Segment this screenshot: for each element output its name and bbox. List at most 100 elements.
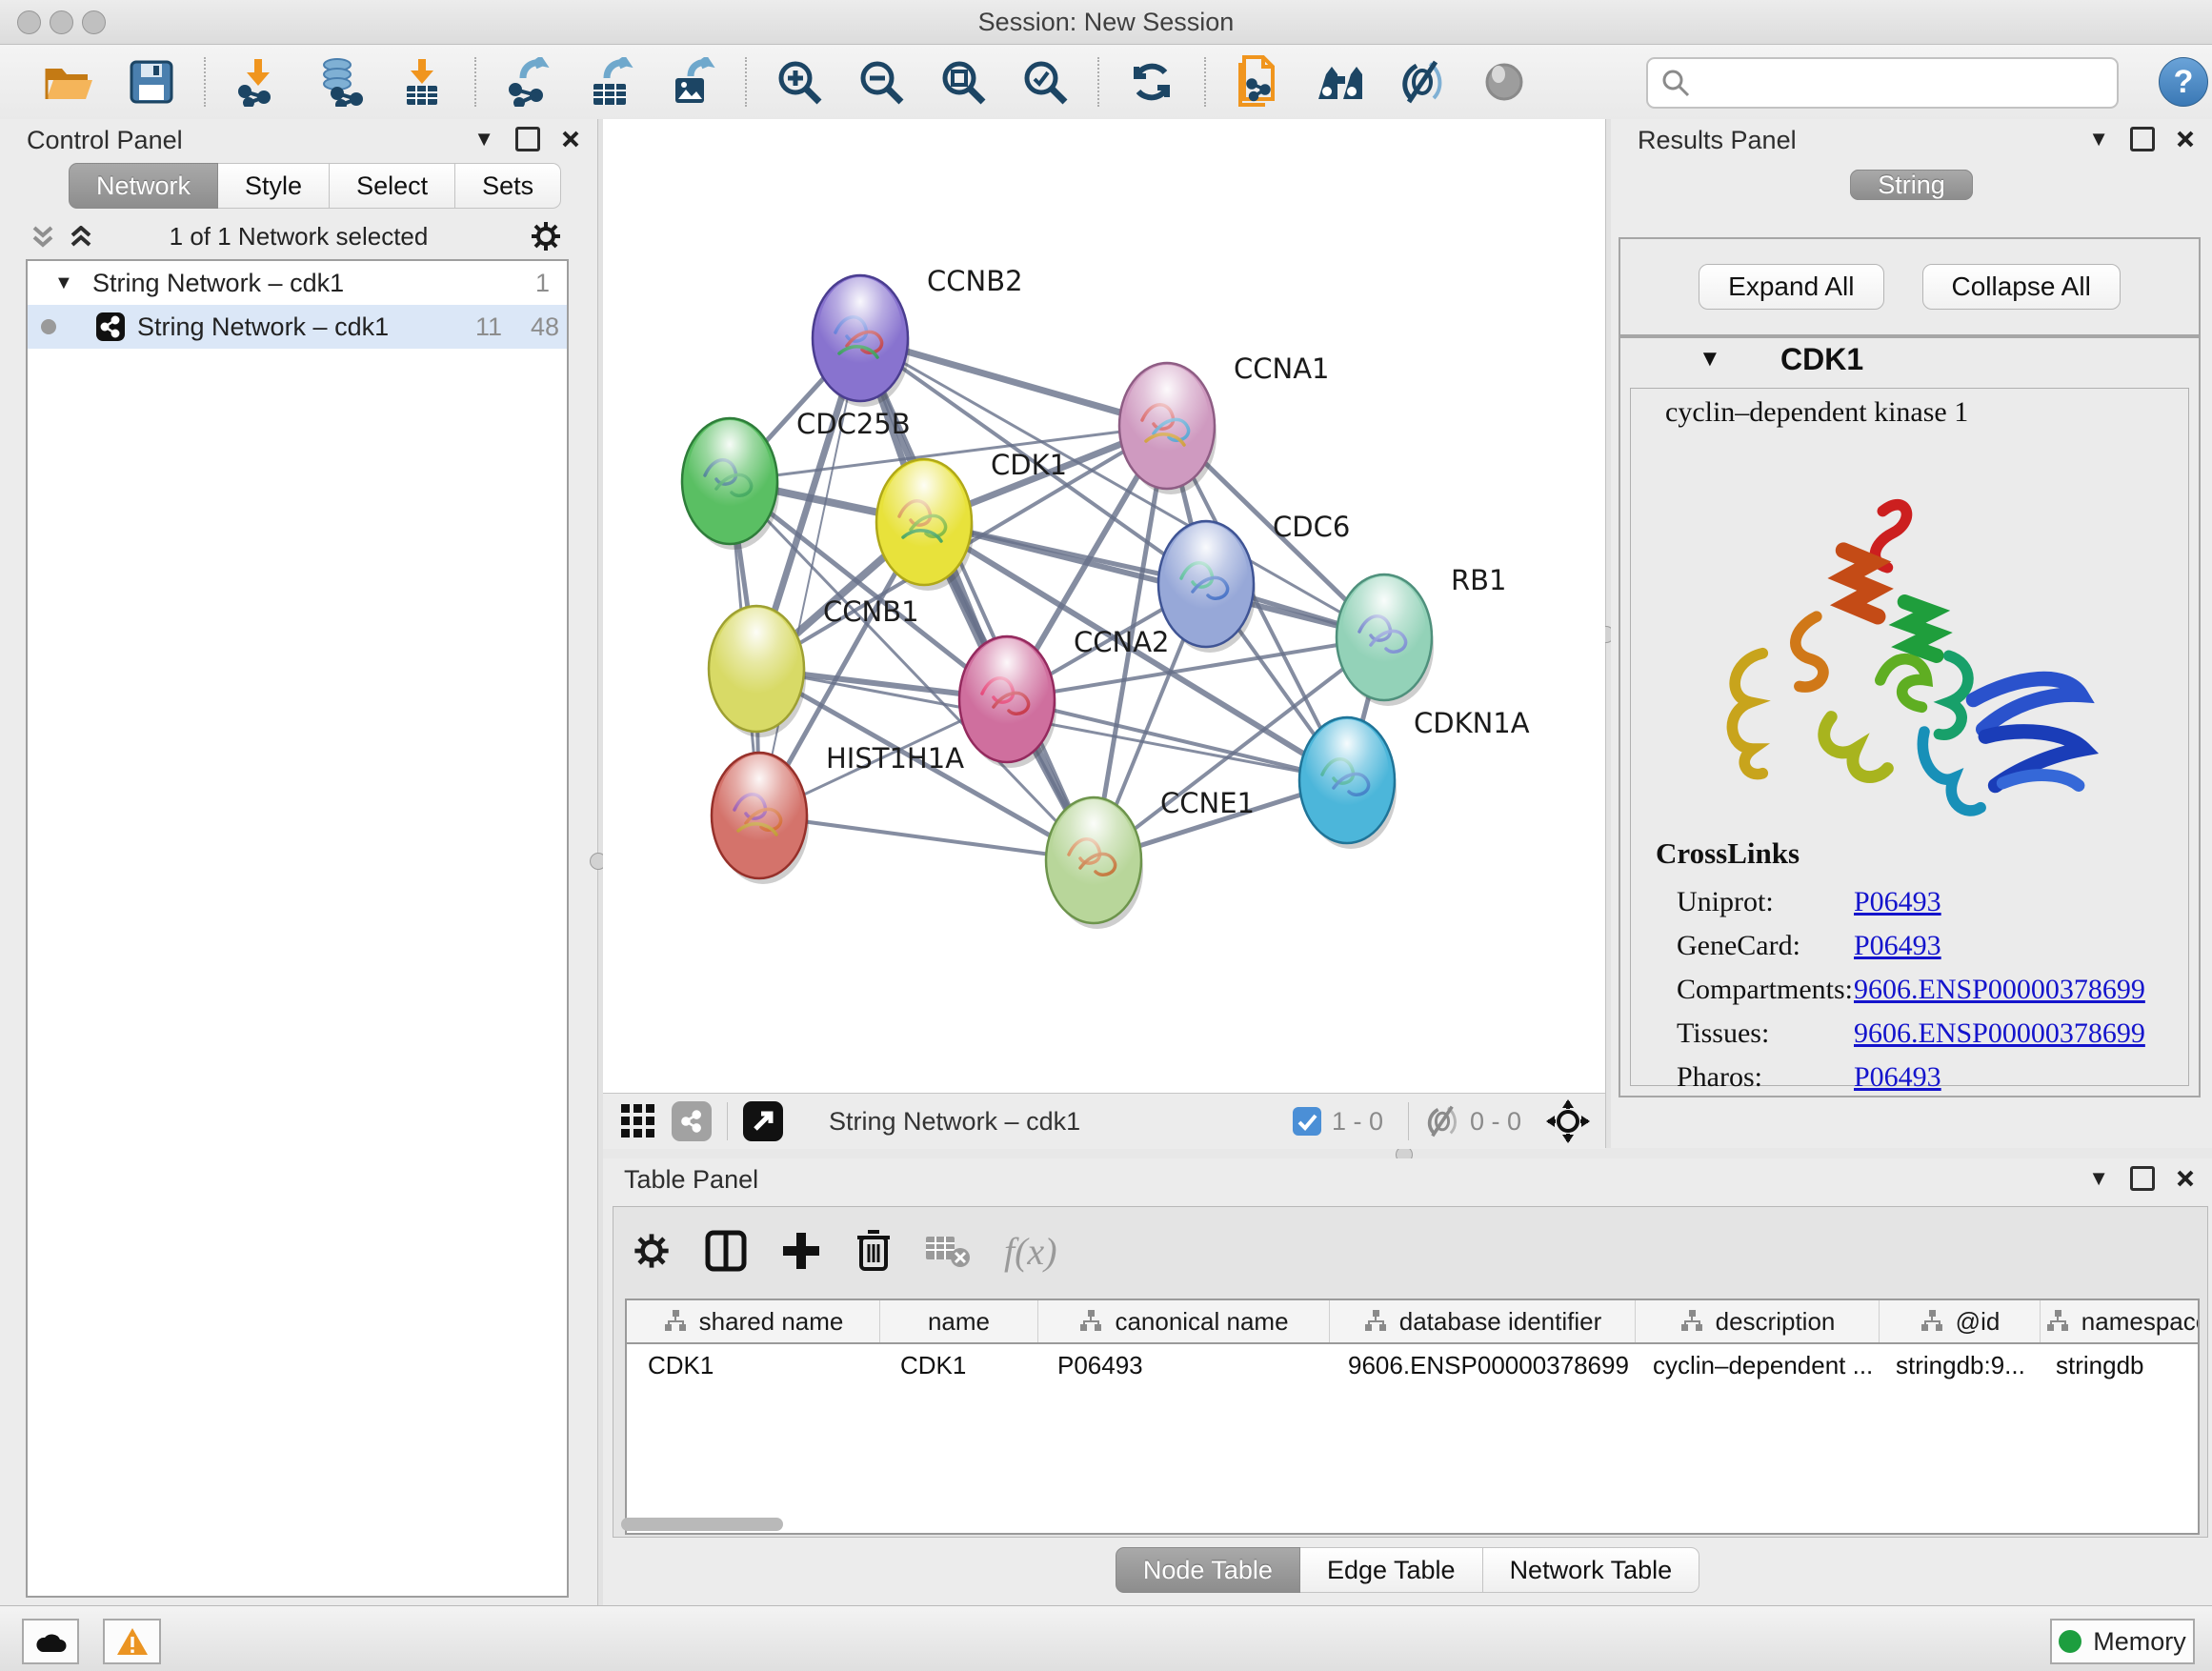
tab-string[interactable]: String <box>1850 170 1973 200</box>
tab-style[interactable]: Style <box>218 163 330 209</box>
float-panel-icon[interactable]: ▼ <box>473 127 494 151</box>
node-table[interactable]: shared namenamecanonical namedatabase id… <box>625 1299 2200 1535</box>
gene-section-header[interactable]: ▼ CDK1 <box>1620 338 2199 382</box>
export-table-button[interactable] <box>583 54 638 110</box>
import-network-file-button[interactable] <box>231 54 286 110</box>
import-network-database-button[interactable] <box>312 54 368 110</box>
open-in-new-window-icon[interactable] <box>743 1101 783 1141</box>
toolbar-separator <box>745 57 747 107</box>
toolbar-separator <box>1204 57 1206 107</box>
crosslink-link[interactable]: 9606.ENSP00000378699 <box>1854 974 2145 1006</box>
open-session-button[interactable] <box>42 54 97 110</box>
close-panel-icon[interactable] <box>2176 1169 2195 1188</box>
tab-node-table[interactable]: Node Table <box>1116 1547 1300 1593</box>
string-import-button[interactable] <box>1231 54 1286 110</box>
table-cell[interactable]: stringdb:9... <box>1875 1351 2035 1380</box>
maximize-panel-icon[interactable] <box>2130 127 2155 151</box>
eye-icon[interactable] <box>1477 54 1532 110</box>
tab-network[interactable]: Network <box>69 163 218 209</box>
help-button[interactable]: ? <box>2159 57 2208 107</box>
maximize-panel-icon[interactable] <box>2130 1166 2155 1191</box>
table-cell[interactable]: CDK1 <box>627 1351 879 1380</box>
expand-all-button[interactable]: Expand All <box>1699 264 1883 310</box>
import-table-file-button[interactable] <box>394 54 450 110</box>
network-row[interactable]: String Network – cdk1 11 48 <box>28 305 567 349</box>
crosslink-link[interactable]: 9606.ENSP00000378699 <box>1854 1017 2145 1050</box>
gear-icon[interactable] <box>633 1232 671 1270</box>
table-cell[interactable]: 9606.ENSP00000378699 <box>1327 1351 1632 1380</box>
close-panel-icon[interactable] <box>561 130 580 149</box>
column-header-name[interactable]: name <box>880 1300 1038 1342</box>
search-input[interactable] <box>1699 68 2117 99</box>
float-panel-icon[interactable]: ▼ <box>2088 127 2109 151</box>
table-cell[interactable]: CDK1 <box>879 1351 1036 1380</box>
delete-table-icon[interactable] <box>926 1233 970 1269</box>
column-header-shared-name[interactable]: shared name <box>627 1300 880 1342</box>
network-edge[interactable] <box>759 815 1094 860</box>
column-header--id[interactable]: @id <box>1880 1300 2041 1342</box>
column-header-namespace[interactable]: namespace <box>2041 1300 2200 1342</box>
float-panel-icon[interactable]: ▼ <box>2088 1166 2109 1191</box>
network-node-cdc6[interactable]: CDC6 <box>1158 511 1350 653</box>
table-cell[interactable]: stringdb <box>2035 1351 2200 1380</box>
tab-network-table[interactable]: Network Table <box>1483 1547 1700 1593</box>
table-row[interactable]: CDK1CDK1P064939606.ENSP00000378699cyclin… <box>627 1344 2198 1387</box>
network-node-hist1h1a[interactable]: HIST1H1A <box>712 742 964 884</box>
network-collection-row[interactable]: ▼ String Network – cdk1 1 <box>28 261 567 305</box>
node-label: CDC6 <box>1273 511 1350 543</box>
crosslink-row: GeneCard:P06493 <box>1656 924 2173 968</box>
selected-checkbox-icon[interactable] <box>1292 1106 1322 1137</box>
memory-button[interactable]: Memory <box>2050 1619 2195 1664</box>
network-graph-canvas[interactable]: CCNB2CCNA1CDC25BCDK1CDC6RB1CCNB1CCNA2CDK… <box>603 119 1605 1093</box>
table-horizontal-scrollbar[interactable] <box>621 1518 783 1531</box>
crosslink-label: Pharos: <box>1677 1061 1854 1094</box>
warning-button[interactable] <box>103 1619 161 1664</box>
grid-view-icon[interactable] <box>620 1103 656 1139</box>
tab-sets[interactable]: Sets <box>455 163 561 209</box>
column-label: description <box>1716 1307 1836 1337</box>
save-session-button[interactable] <box>124 54 179 110</box>
column-header-database-identifier[interactable]: database identifier <box>1330 1300 1636 1342</box>
tab-edge-table[interactable]: Edge Table <box>1300 1547 1483 1593</box>
network-node-ccnb2[interactable]: CCNB2 <box>813 265 1023 407</box>
collapse-all-button[interactable]: Collapse All <box>1922 264 2121 310</box>
tab-select[interactable]: Select <box>330 163 455 209</box>
binoculars-icon[interactable] <box>1313 54 1368 110</box>
network-node-ccne1[interactable]: CCNE1 <box>1046 787 1255 929</box>
cloud-button[interactable] <box>22 1619 79 1664</box>
export-image-button[interactable] <box>665 54 720 110</box>
zoom-fit-button[interactable] <box>935 54 991 110</box>
collapse-section-icon[interactable]: ▼ <box>1699 346 1721 372</box>
network-node-ccna1[interactable]: CCNA1 <box>1119 352 1329 494</box>
refresh-layout-button[interactable] <box>1124 54 1179 110</box>
function-builder-icon[interactable]: f(x) <box>1004 1229 1057 1274</box>
network-share-icon[interactable] <box>672 1101 712 1141</box>
show-columns-icon[interactable] <box>705 1230 747 1272</box>
zoom-out-button[interactable] <box>854 54 909 110</box>
crosslink-link[interactable]: P06493 <box>1854 1061 1941 1094</box>
export-network-button[interactable] <box>501 54 556 110</box>
column-header-canonical-name[interactable]: canonical name <box>1038 1300 1330 1342</box>
search-field[interactable] <box>1646 57 2119 109</box>
table-cell[interactable]: P06493 <box>1036 1351 1327 1380</box>
zoom-selected-button[interactable] <box>1017 54 1073 110</box>
crosslink-link[interactable]: P06493 <box>1854 930 1941 962</box>
table-cell[interactable]: cyclin–dependent ... <box>1632 1351 1875 1380</box>
network-node-rb1[interactable]: RB1 <box>1337 564 1507 706</box>
column-header-description[interactable]: description <box>1636 1300 1880 1342</box>
close-panel-icon[interactable] <box>2176 130 2195 149</box>
hidden-eye-icon[interactable] <box>1424 1105 1460 1137</box>
add-column-icon[interactable] <box>781 1231 821 1271</box>
crosslink-link[interactable]: P06493 <box>1854 886 1941 918</box>
delete-column-icon[interactable] <box>855 1230 892 1272</box>
network-node-cdkn1a[interactable]: CDKN1A <box>1299 707 1530 849</box>
birdseye-crosshair-icon[interactable] <box>1546 1099 1590 1143</box>
eye-slash-icon[interactable] <box>1395 54 1450 110</box>
collection-expand-icon[interactable]: ▼ <box>54 261 73 305</box>
gear-icon[interactable] <box>530 220 562 252</box>
zoom-in-button[interactable] <box>772 54 827 110</box>
node-label: CCNA1 <box>1234 352 1329 385</box>
maximize-panel-icon[interactable] <box>515 127 540 151</box>
network-node-cdk1[interactable]: CDK1 <box>876 449 1067 591</box>
control-panel: Control Panel ▼ NetworkStyleSelectSets 1… <box>0 119 597 1605</box>
